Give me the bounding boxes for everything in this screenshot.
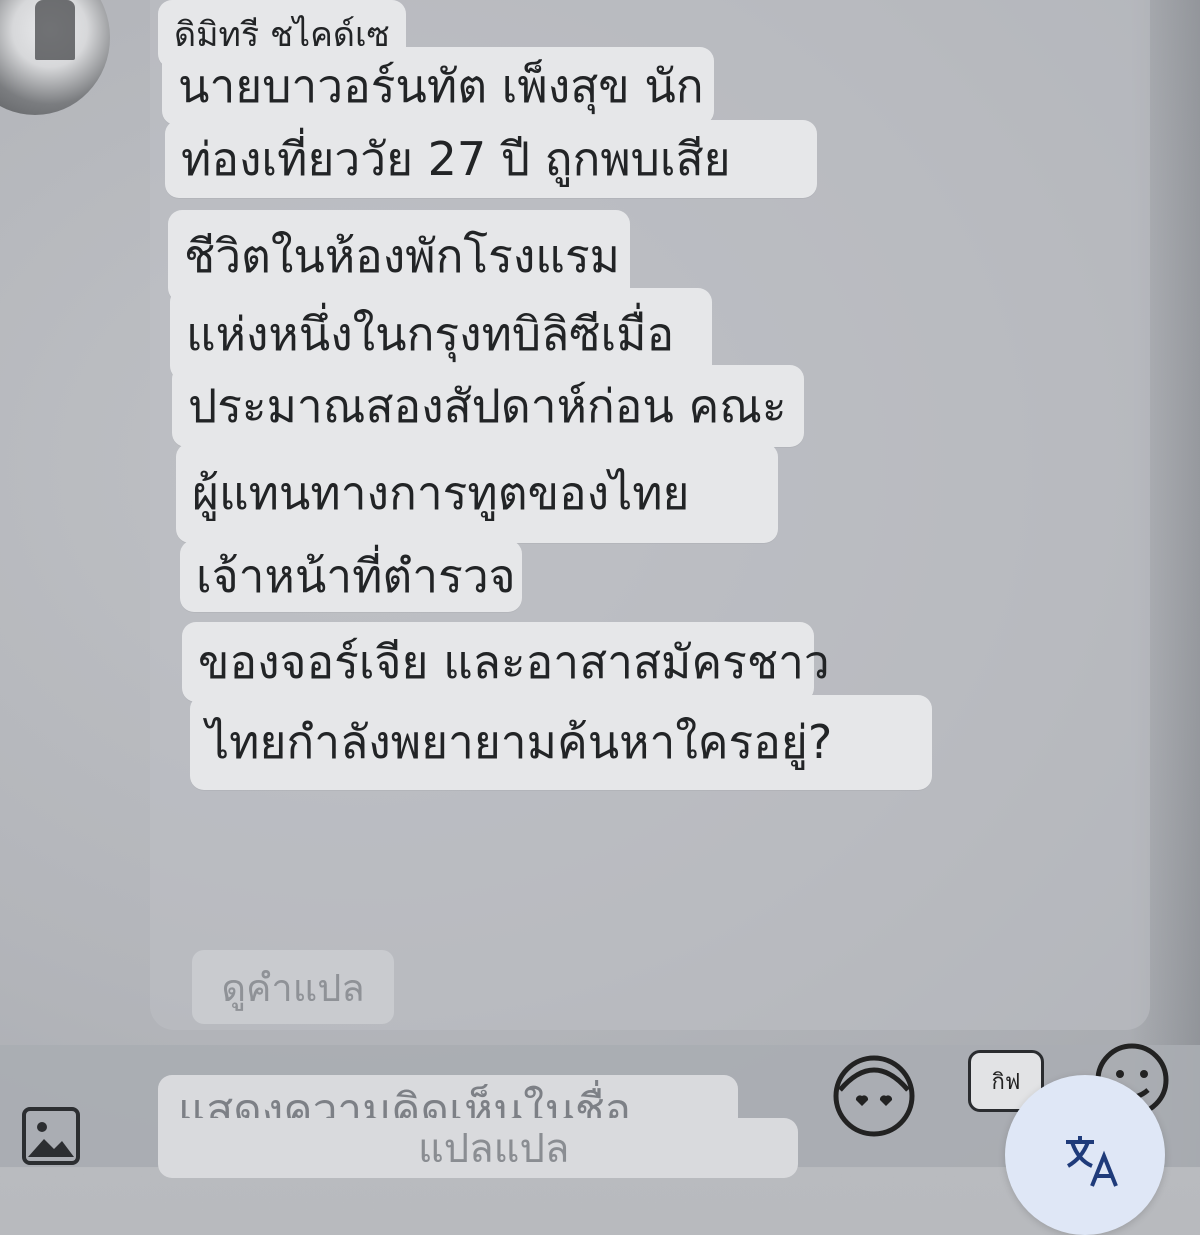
comment-line-1: นายบาวอร์นทัต เพ็งสุข นัก <box>162 47 714 125</box>
comment-line-6: ผู้แทนทางการทูตของไทย <box>176 443 778 543</box>
comment-line-5: ประมาณสองสัปดาห์ก่อน คณะ <box>172 365 804 447</box>
comment-line-9: ไทยกำลังพยายามค้นหาใครอยู่? <box>190 695 932 790</box>
comment-line-8: ของจอร์เจีย และอาสาสมัครชาว <box>182 622 830 702</box>
see-translation-button[interactable]: ดูคำแปล <box>192 950 394 1024</box>
translate-fab[interactable] <box>1005 1075 1165 1235</box>
comment-line-2: ท่องเที่ยววัย 27 ปี ถูกพบเสีย <box>165 120 817 198</box>
comment-line-7: เจ้าหน้าที่ตำรวจ <box>180 540 522 612</box>
avatar-sticker-icon[interactable] <box>830 1050 918 1138</box>
translate-icon <box>1066 1136 1118 1187</box>
image-icon[interactable] <box>20 1105 82 1167</box>
comment-input-continued[interactable]: แปลแปล <box>158 1118 798 1178</box>
comment-input-placeholder-2: แปลแปล <box>418 1126 570 1172</box>
avatar-figure <box>35 0 75 60</box>
